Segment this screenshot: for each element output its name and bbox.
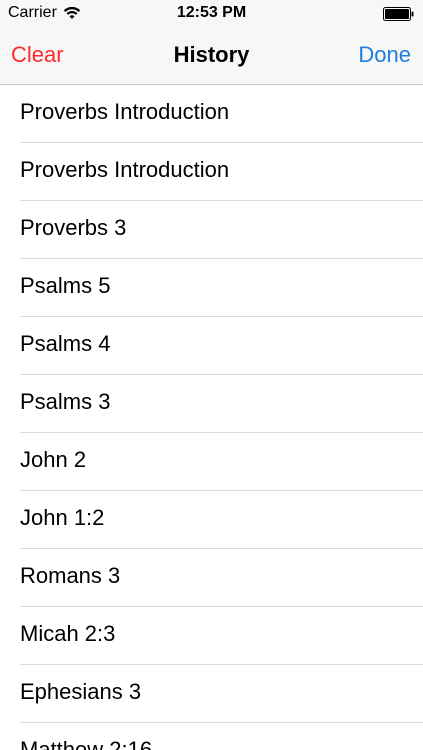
- list-item[interactable]: Proverbs 3: [0, 201, 423, 259]
- list-item-label: Psalms 5: [20, 273, 111, 298]
- done-button[interactable]: Done: [358, 42, 411, 68]
- status-time: 12:53 PM: [176, 4, 247, 21]
- list-item[interactable]: Ephesians 3: [0, 665, 423, 723]
- list-item-label: Ephesians 3: [20, 679, 142, 704]
- list-item-label: Proverbs Introduction: [20, 99, 230, 124]
- list-item-label: Proverbs 3: [20, 215, 127, 240]
- list-item-label: Psalms 4: [20, 331, 111, 356]
- list-item[interactable]: Proverbs Introduction: [0, 85, 423, 143]
- battery-icon: [383, 7, 414, 21]
- list-item[interactable]: John 1:2: [0, 491, 423, 549]
- list-item-label: John 2: [20, 447, 87, 472]
- status-bar: Carrier 12:53 PM: [0, 0, 423, 28]
- list-item-label: Micah 2:3: [20, 621, 116, 646]
- list-item-label: John 1:2: [20, 505, 105, 530]
- list-item-label: Matthew 2:16: [20, 737, 153, 750]
- navigation-bar: Clear History Done: [0, 28, 423, 85]
- list-item[interactable]: Psalms 5: [0, 259, 423, 317]
- list-item[interactable]: Psalms 3: [0, 375, 423, 433]
- history-list[interactable]: Proverbs Introduction Proverbs Introduct…: [0, 85, 423, 750]
- list-item[interactable]: Matthew 2:16: [0, 723, 423, 750]
- list-item-label: Proverbs Introduction: [20, 157, 230, 182]
- list-item[interactable]: Micah 2:3: [0, 607, 423, 665]
- list-item-label: Romans 3: [20, 563, 121, 588]
- list-item[interactable]: Psalms 4: [0, 317, 423, 375]
- list-item-label: Psalms 3: [20, 389, 111, 414]
- list-item[interactable]: Romans 3: [0, 549, 423, 607]
- list-item[interactable]: Proverbs Introduction: [0, 143, 423, 201]
- list-item[interactable]: John 2: [0, 433, 423, 491]
